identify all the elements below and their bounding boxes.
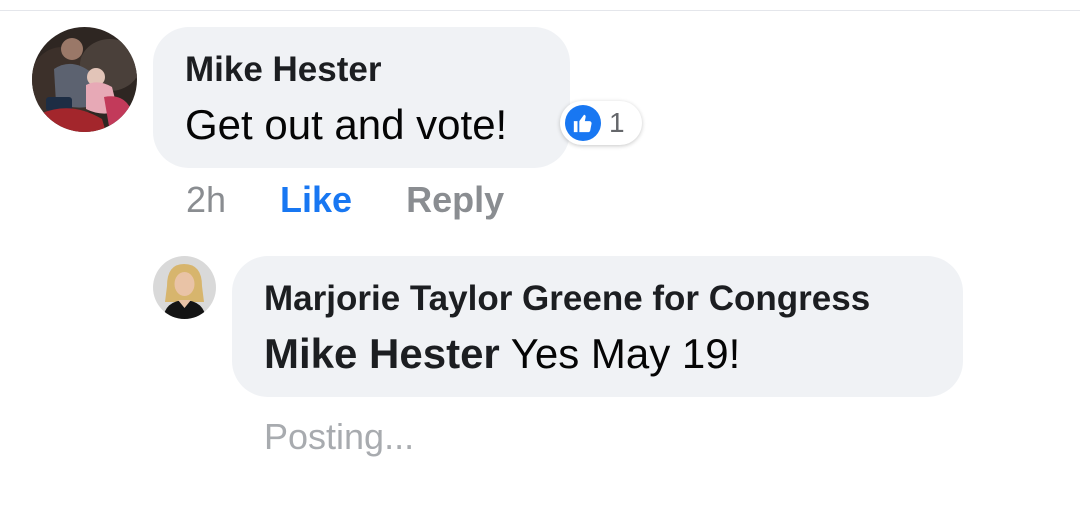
comment-timestamp[interactable]: 2h <box>186 179 226 221</box>
top-divider <box>0 10 1080 11</box>
reply-body: Mike Hester Yes May 19! <box>264 328 931 380</box>
comment-bubble: Mike Hester Get out and vote! <box>153 27 570 168</box>
reply-button[interactable]: Reply <box>406 179 504 221</box>
reply-text: Yes May 19! <box>510 330 741 377</box>
comment-author[interactable]: Mike Hester <box>185 49 538 91</box>
reaction-count: 1 <box>609 107 625 138</box>
comment-actions: 2h Like Reply <box>186 178 504 222</box>
reply-bubble: Marjorie Taylor Greene for Congress Mike… <box>232 256 963 397</box>
posting-status: Posting... <box>264 416 415 457</box>
reply-mention[interactable]: Mike Hester <box>264 330 500 377</box>
reply-author[interactable]: Marjorie Taylor Greene for Congress <box>264 278 931 320</box>
commenter-avatar[interactable] <box>32 27 137 132</box>
comment-text: Get out and vote! <box>185 101 508 148</box>
replier-avatar[interactable] <box>153 256 216 319</box>
reaction-summary[interactable]: 1 <box>560 101 642 145</box>
thumbs-up-icon <box>565 105 601 141</box>
like-button[interactable]: Like <box>280 179 352 221</box>
